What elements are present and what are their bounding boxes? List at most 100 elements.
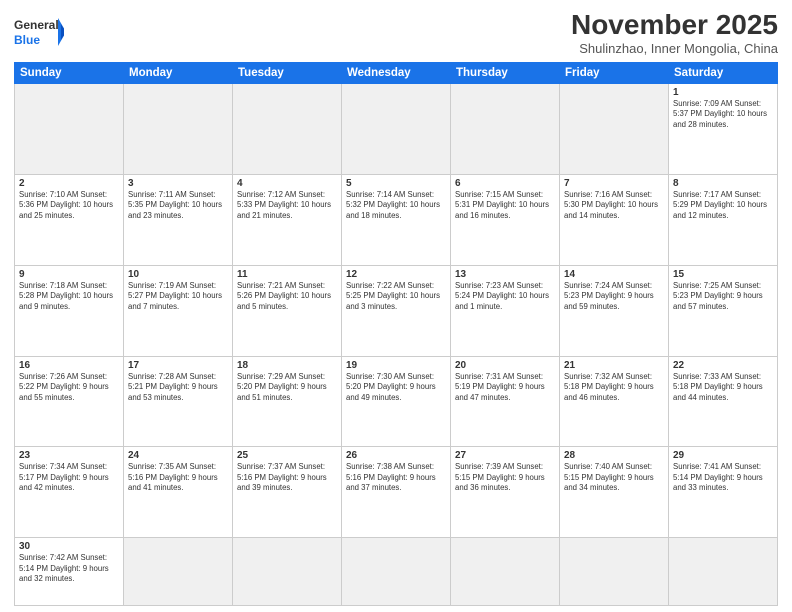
calendar-cell: 21Sunrise: 7:32 AM Sunset: 5:18 PM Dayli…	[560, 356, 669, 447]
calendar-cell	[124, 83, 233, 174]
day-number: 7	[564, 178, 664, 189]
day-info: Sunrise: 7:39 AM Sunset: 5:15 PM Dayligh…	[455, 462, 555, 494]
day-info: Sunrise: 7:28 AM Sunset: 5:21 PM Dayligh…	[128, 372, 228, 404]
calendar-cell: 6Sunrise: 7:15 AM Sunset: 5:31 PM Daylig…	[451, 174, 560, 265]
day-info: Sunrise: 7:16 AM Sunset: 5:30 PM Dayligh…	[564, 190, 664, 222]
calendar-cell: 22Sunrise: 7:33 AM Sunset: 5:18 PM Dayli…	[669, 356, 778, 447]
day-info: Sunrise: 7:12 AM Sunset: 5:33 PM Dayligh…	[237, 190, 337, 222]
day-number: 2	[19, 178, 119, 189]
calendar-cell	[342, 83, 451, 174]
calendar-cell: 23Sunrise: 7:34 AM Sunset: 5:17 PM Dayli…	[15, 447, 124, 538]
calendar-cell	[233, 538, 342, 606]
calendar-week-row: 30Sunrise: 7:42 AM Sunset: 5:14 PM Dayli…	[15, 538, 778, 606]
day-number: 26	[346, 450, 446, 461]
day-number: 4	[237, 178, 337, 189]
calendar-cell: 8Sunrise: 7:17 AM Sunset: 5:29 PM Daylig…	[669, 174, 778, 265]
day-info: Sunrise: 7:09 AM Sunset: 5:37 PM Dayligh…	[673, 99, 773, 131]
calendar-cell: 26Sunrise: 7:38 AM Sunset: 5:16 PM Dayli…	[342, 447, 451, 538]
calendar-cell	[342, 538, 451, 606]
day-number: 9	[19, 269, 119, 280]
day-number: 1	[673, 87, 773, 98]
calendar-cell: 13Sunrise: 7:23 AM Sunset: 5:24 PM Dayli…	[451, 265, 560, 356]
calendar-cell: 10Sunrise: 7:19 AM Sunset: 5:27 PM Dayli…	[124, 265, 233, 356]
calendar-table: Sunday Monday Tuesday Wednesday Thursday…	[14, 62, 778, 606]
day-number: 12	[346, 269, 446, 280]
day-number: 25	[237, 450, 337, 461]
day-info: Sunrise: 7:24 AM Sunset: 5:23 PM Dayligh…	[564, 281, 664, 313]
day-info: Sunrise: 7:34 AM Sunset: 5:17 PM Dayligh…	[19, 462, 119, 494]
day-info: Sunrise: 7:33 AM Sunset: 5:18 PM Dayligh…	[673, 372, 773, 404]
day-info: Sunrise: 7:18 AM Sunset: 5:28 PM Dayligh…	[19, 281, 119, 313]
day-number: 21	[564, 360, 664, 371]
day-number: 18	[237, 360, 337, 371]
svg-text:General: General	[14, 18, 59, 32]
calendar-cell: 1Sunrise: 7:09 AM Sunset: 5:37 PM Daylig…	[669, 83, 778, 174]
day-info: Sunrise: 7:29 AM Sunset: 5:20 PM Dayligh…	[237, 372, 337, 404]
day-number: 14	[564, 269, 664, 280]
day-info: Sunrise: 7:38 AM Sunset: 5:16 PM Dayligh…	[346, 462, 446, 494]
calendar-cell: 18Sunrise: 7:29 AM Sunset: 5:20 PM Dayli…	[233, 356, 342, 447]
calendar-cell: 27Sunrise: 7:39 AM Sunset: 5:15 PM Dayli…	[451, 447, 560, 538]
calendar-cell: 2Sunrise: 7:10 AM Sunset: 5:36 PM Daylig…	[15, 174, 124, 265]
day-info: Sunrise: 7:19 AM Sunset: 5:27 PM Dayligh…	[128, 281, 228, 313]
header-monday: Monday	[124, 62, 233, 83]
day-number: 17	[128, 360, 228, 371]
calendar-cell: 12Sunrise: 7:22 AM Sunset: 5:25 PM Dayli…	[342, 265, 451, 356]
calendar-week-row: 23Sunrise: 7:34 AM Sunset: 5:17 PM Dayli…	[15, 447, 778, 538]
day-number: 24	[128, 450, 228, 461]
day-info: Sunrise: 7:10 AM Sunset: 5:36 PM Dayligh…	[19, 190, 119, 222]
day-info: Sunrise: 7:26 AM Sunset: 5:22 PM Dayligh…	[19, 372, 119, 404]
day-info: Sunrise: 7:31 AM Sunset: 5:19 PM Dayligh…	[455, 372, 555, 404]
day-info: Sunrise: 7:42 AM Sunset: 5:14 PM Dayligh…	[19, 553, 119, 585]
calendar-cell	[560, 538, 669, 606]
day-number: 13	[455, 269, 555, 280]
header-thursday: Thursday	[451, 62, 560, 83]
day-number: 30	[19, 541, 119, 552]
svg-text:Blue: Blue	[14, 33, 40, 47]
calendar-cell: 19Sunrise: 7:30 AM Sunset: 5:20 PM Dayli…	[342, 356, 451, 447]
calendar-cell: 30Sunrise: 7:42 AM Sunset: 5:14 PM Dayli…	[15, 538, 124, 606]
day-info: Sunrise: 7:35 AM Sunset: 5:16 PM Dayligh…	[128, 462, 228, 494]
day-number: 29	[673, 450, 773, 461]
calendar-week-row: 2Sunrise: 7:10 AM Sunset: 5:36 PM Daylig…	[15, 174, 778, 265]
day-number: 19	[346, 360, 446, 371]
calendar-week-row: 1Sunrise: 7:09 AM Sunset: 5:37 PM Daylig…	[15, 83, 778, 174]
header-tuesday: Tuesday	[233, 62, 342, 83]
calendar-cell	[451, 538, 560, 606]
calendar-cell: 29Sunrise: 7:41 AM Sunset: 5:14 PM Dayli…	[669, 447, 778, 538]
month-title: November 2025	[571, 10, 778, 41]
calendar-cell: 3Sunrise: 7:11 AM Sunset: 5:35 PM Daylig…	[124, 174, 233, 265]
day-info: Sunrise: 7:22 AM Sunset: 5:25 PM Dayligh…	[346, 281, 446, 313]
logo-icon: General Blue	[14, 14, 64, 50]
day-number: 20	[455, 360, 555, 371]
day-info: Sunrise: 7:15 AM Sunset: 5:31 PM Dayligh…	[455, 190, 555, 222]
header-saturday: Saturday	[669, 62, 778, 83]
calendar-cell	[560, 83, 669, 174]
logo: General Blue	[14, 14, 64, 50]
calendar-week-row: 9Sunrise: 7:18 AM Sunset: 5:28 PM Daylig…	[15, 265, 778, 356]
header: General Blue November 2025 Shulinzhao, I…	[14, 10, 778, 56]
calendar-cell: 25Sunrise: 7:37 AM Sunset: 5:16 PM Dayli…	[233, 447, 342, 538]
calendar-cell: 4Sunrise: 7:12 AM Sunset: 5:33 PM Daylig…	[233, 174, 342, 265]
day-number: 5	[346, 178, 446, 189]
weekday-header-row: Sunday Monday Tuesday Wednesday Thursday…	[15, 62, 778, 83]
calendar-cell: 16Sunrise: 7:26 AM Sunset: 5:22 PM Dayli…	[15, 356, 124, 447]
calendar-cell	[233, 83, 342, 174]
day-info: Sunrise: 7:17 AM Sunset: 5:29 PM Dayligh…	[673, 190, 773, 222]
day-info: Sunrise: 7:21 AM Sunset: 5:26 PM Dayligh…	[237, 281, 337, 313]
day-number: 22	[673, 360, 773, 371]
calendar-cell: 15Sunrise: 7:25 AM Sunset: 5:23 PM Dayli…	[669, 265, 778, 356]
calendar-cell	[124, 538, 233, 606]
day-info: Sunrise: 7:14 AM Sunset: 5:32 PM Dayligh…	[346, 190, 446, 222]
day-number: 15	[673, 269, 773, 280]
calendar-cell	[15, 83, 124, 174]
calendar-cell: 17Sunrise: 7:28 AM Sunset: 5:21 PM Dayli…	[124, 356, 233, 447]
day-number: 23	[19, 450, 119, 461]
day-number: 16	[19, 360, 119, 371]
header-wednesday: Wednesday	[342, 62, 451, 83]
calendar-cell	[669, 538, 778, 606]
calendar-cell: 11Sunrise: 7:21 AM Sunset: 5:26 PM Dayli…	[233, 265, 342, 356]
calendar-cell: 20Sunrise: 7:31 AM Sunset: 5:19 PM Dayli…	[451, 356, 560, 447]
calendar-cell: 28Sunrise: 7:40 AM Sunset: 5:15 PM Dayli…	[560, 447, 669, 538]
day-number: 27	[455, 450, 555, 461]
